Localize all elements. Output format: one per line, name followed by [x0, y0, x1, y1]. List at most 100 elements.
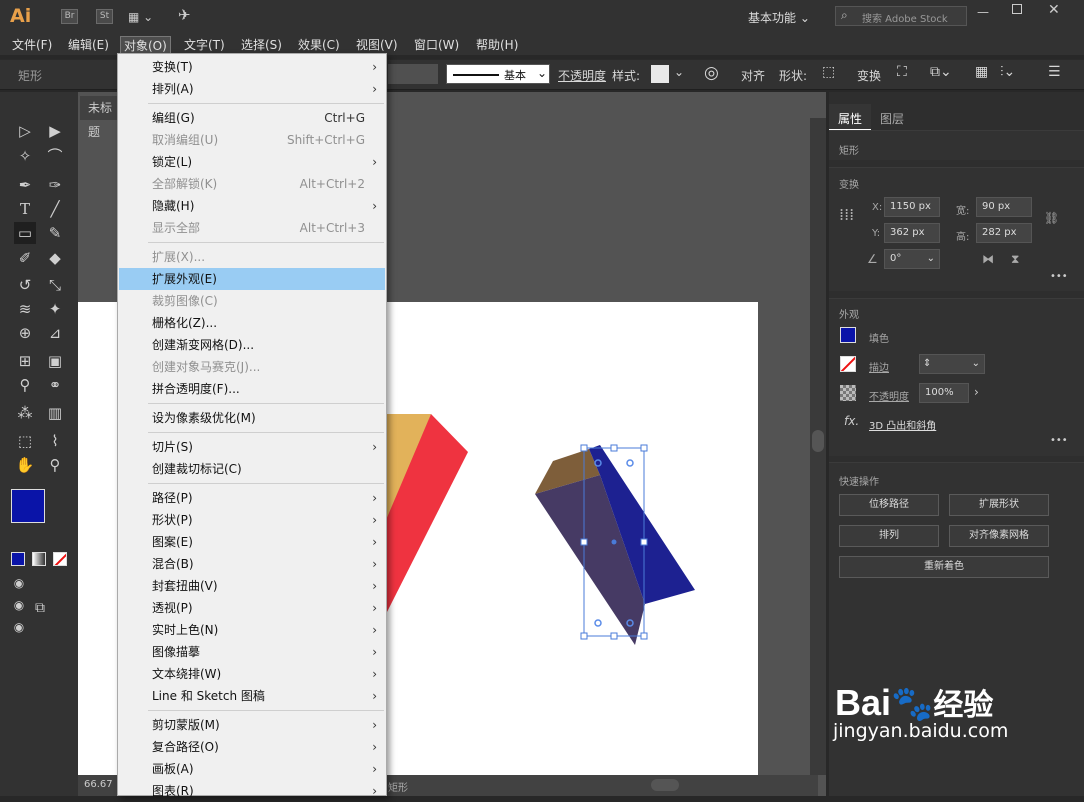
menu-item-label: 创建对象马赛克(J)... [152, 360, 261, 374]
object-menu-item[interactable]: 设为像素级优化(M) [119, 407, 385, 429]
fill-label: 填色 [869, 334, 889, 345]
object-menu-item[interactable]: 图案(E) › [119, 531, 385, 553]
stroke-label[interactable]: 描边 [869, 359, 889, 374]
menu-item-label: 创建裁切标记(C) [152, 462, 242, 476]
stroke-swatch[interactable] [840, 356, 856, 372]
watermark-url: jingyan.baidu.com [833, 720, 1009, 742]
menu-item-label: 创建渐变网格(D)... [152, 338, 255, 352]
height-field[interactable]: 282 px [976, 223, 1032, 243]
opacity-label[interactable]: 不透明度 [869, 388, 909, 403]
arrange-button[interactable]: 排列 [839, 525, 939, 547]
opacity-field[interactable]: 100% [919, 383, 969, 403]
link-proportions-icon[interactable]: ⛓ [1044, 211, 1059, 225]
submenu-arrow-icon: › [372, 440, 377, 454]
menu-item-label: 路径(P) [152, 491, 193, 505]
height-label: 高: [956, 232, 970, 243]
object-menu-item[interactable]: 创建裁切标记(C) [119, 458, 385, 480]
zoom-level[interactable]: 66.67 [84, 779, 113, 790]
object-menu-item[interactable]: 拼合透明度(F)... [119, 378, 385, 400]
menu-separator [148, 710, 384, 711]
horizontal-scrollbar-thumb[interactable] [651, 779, 679, 791]
menu-item-label: 文本绕排(W) [152, 667, 222, 681]
submenu-arrow-icon: › [372, 623, 377, 637]
angle-icon: ∠ [867, 252, 878, 266]
tab-layers[interactable]: 图层 [880, 110, 904, 127]
object-menu-item[interactable]: 扩展外观(E) [119, 268, 385, 290]
object-menu-item[interactable]: 切片(S) › [119, 436, 385, 458]
menu-item-label: 形状(P) [152, 513, 193, 527]
object-menu-item[interactable]: 混合(B) › [119, 553, 385, 575]
object-menu-item[interactable]: 隐藏(H) › [119, 195, 385, 217]
submenu-arrow-icon: › [372, 155, 377, 169]
stepper-icon: ⇕ [923, 358, 932, 369]
object-menu-item[interactable]: 路径(P) › [119, 487, 385, 509]
object-menu-item[interactable]: 复合路径(O) › [119, 736, 385, 758]
menu-item-label: 设为像素级优化(M) [152, 411, 256, 425]
object-menu-item[interactable]: 创建渐变网格(D)... [119, 334, 385, 356]
menu-separator [148, 432, 384, 433]
object-menu-item[interactable]: 排列(A) › [119, 78, 385, 100]
fill-swatch[interactable] [840, 327, 856, 343]
x-field[interactable]: 1150 px [884, 197, 940, 217]
menu-item-label: 画板(A) [152, 762, 194, 776]
submenu-arrow-icon: › [372, 689, 377, 703]
vertical-scrollbar[interactable] [810, 118, 826, 775]
opacity-icon [840, 385, 856, 401]
menu-item-label: 变换(T) [152, 60, 193, 74]
object-menu-item[interactable]: 实时上色(N) › [119, 619, 385, 641]
submenu-arrow-icon: › [372, 579, 377, 593]
quick-actions-section: 快速操作 位移路径 扩展形状 排列 对齐像素网格 重新着色 [829, 462, 1084, 796]
menu-item-label: 实时上色(N) [152, 623, 219, 637]
tab-properties[interactable]: 属性 [829, 104, 871, 130]
fx-icon[interactable]: fx. [844, 414, 859, 428]
appearance-section: 外观 填色 描边 ⇕ ⌄ 不透明度 100% › fx. 3D 凸出和斜角 ••• [829, 298, 1084, 456]
expand-shape-button[interactable]: 扩展形状 [949, 494, 1049, 516]
appearance-more-button[interactable]: ••• [1050, 435, 1068, 446]
width-field[interactable]: 90 px [976, 197, 1032, 217]
width-label: 宽: [956, 206, 970, 217]
menu-item-label: 排列(A) [152, 82, 194, 96]
object-menu-item[interactable]: 图表(R) › [119, 780, 385, 802]
stroke-weight-field[interactable]: ⇕ ⌄ [919, 354, 985, 374]
flip-horizontal-icon[interactable]: ⧓ [982, 252, 994, 266]
vertical-scrollbar-thumb[interactable] [812, 430, 824, 452]
object-menu-item[interactable]: Line 和 Sketch 图稿 › [119, 685, 385, 707]
menu-item-label: 图表(R) [152, 784, 194, 798]
menu-separator [148, 242, 384, 243]
object-menu-item[interactable]: 封套扭曲(V) › [119, 575, 385, 597]
watermark-brand-right: 经验 [933, 688, 994, 723]
object-menu-item[interactable]: 锁定(L) › [119, 151, 385, 173]
align-pixel-grid-button[interactable]: 对齐像素网格 [949, 525, 1049, 547]
menu-item-label: 混合(B) [152, 557, 194, 571]
menu-item-label: 裁剪图像(C) [152, 294, 218, 308]
object-menu-item[interactable]: 变换(T) › [119, 56, 385, 78]
submenu-arrow-icon: › [372, 557, 377, 571]
object-menu-item[interactable]: 图像描摹 › [119, 641, 385, 663]
reference-point-icon[interactable]: ⁞⁞⁞ [839, 205, 854, 224]
submenu-arrow-icon: › [372, 60, 377, 74]
recolor-button[interactable]: 重新着色 [839, 556, 1049, 578]
object-menu-item[interactable]: 画板(A) › [119, 758, 385, 780]
object-type-section: 矩形 [829, 130, 1084, 160]
flip-vertical-icon[interactable]: ⧗ [1011, 252, 1019, 267]
angle-field[interactable]: 0° ⌄ [884, 249, 940, 269]
object-menu-item[interactable]: 剪切蒙版(M) › [119, 714, 385, 736]
transform-section: 变换 ⁞⁞⁞ X: 1150 px Y: 362 px 宽: 90 px 高: … [829, 167, 1084, 291]
chevron-right-icon[interactable]: › [974, 385, 979, 399]
transform-more-button[interactable]: ••• [1050, 271, 1068, 282]
object-menu-item[interactable]: 栅格化(Z)... [119, 312, 385, 334]
menu-item-label: 复合路径(O) [152, 740, 219, 754]
offset-path-button[interactable]: 位移路径 [839, 494, 939, 516]
y-field[interactable]: 362 px [884, 223, 940, 243]
menu-item-label: 图像描摹 [152, 645, 201, 659]
menu-item-label: 扩展外观(E) [152, 272, 217, 286]
submenu-arrow-icon: › [372, 667, 377, 681]
object-menu-item[interactable]: 编组(G) Ctrl+G [119, 107, 385, 129]
menu-item-shortcut: Shift+Ctrl+G [286, 133, 365, 147]
object-menu-item[interactable]: 透视(P) › [119, 597, 385, 619]
chevron-down-icon: ⌄ [971, 358, 980, 369]
menu-item-label: 图案(E) [152, 535, 193, 549]
effect-3d-link[interactable]: 3D 凸出和斜角 [869, 417, 936, 432]
object-menu-item[interactable]: 形状(P) › [119, 509, 385, 531]
object-menu-item[interactable]: 文本绕排(W) › [119, 663, 385, 685]
